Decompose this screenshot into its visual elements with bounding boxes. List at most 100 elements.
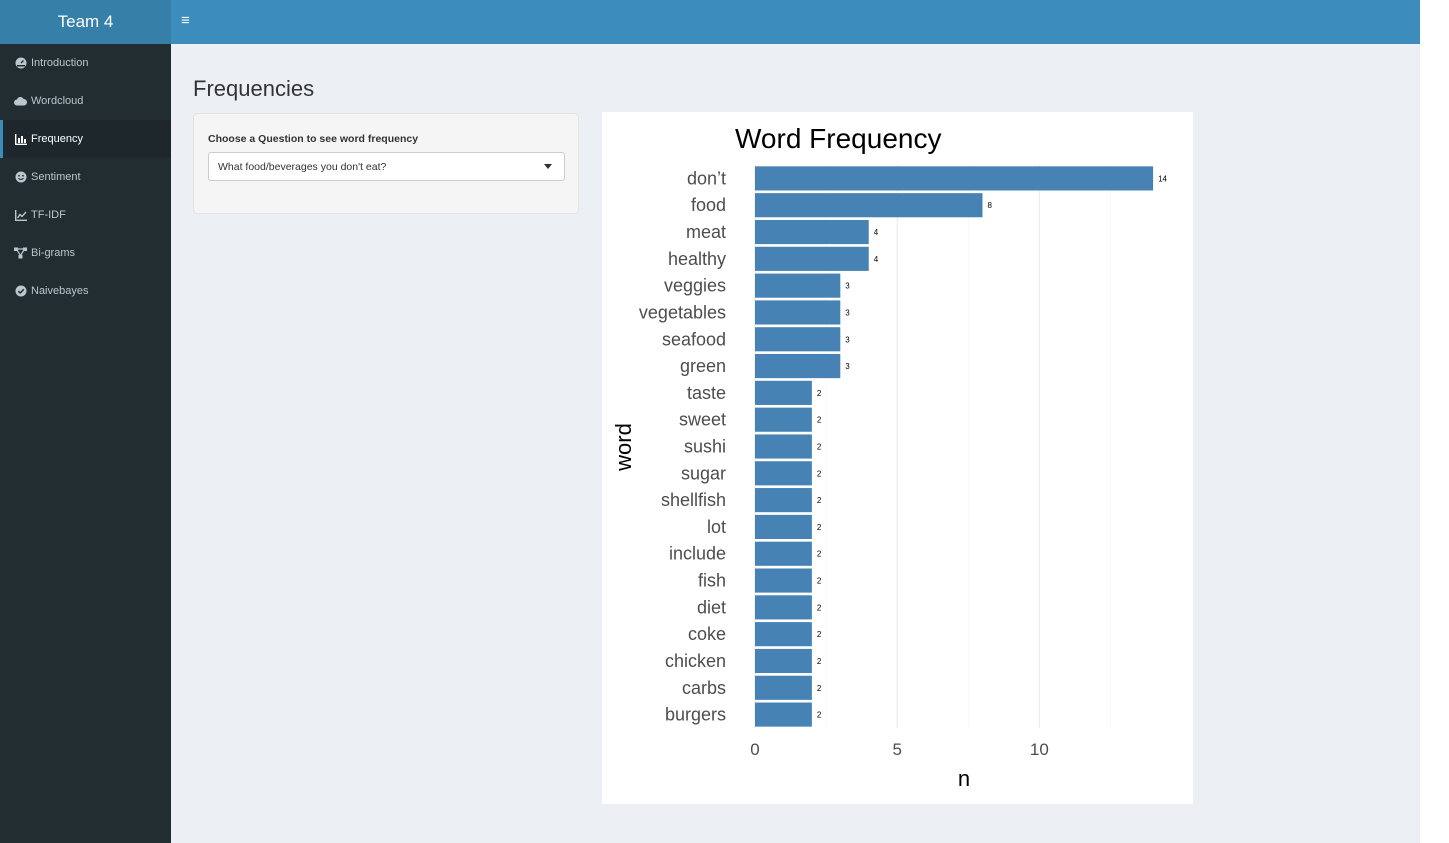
bar — [755, 648, 812, 674]
data-label: 4 — [874, 228, 879, 237]
y-tick-label: green — [680, 356, 726, 376]
data-label: 2 — [817, 550, 822, 559]
bar — [755, 568, 812, 593]
bar — [755, 514, 812, 539]
app-logo[interactable]: Team 4 — [0, 0, 171, 44]
question-select[interactable]: What food/beverages you don't eat? — [208, 152, 565, 181]
data-label: 3 — [845, 362, 850, 371]
bar — [755, 702, 812, 727]
page-title: Frequencies — [193, 76, 315, 101]
y-tick-label: burgers — [665, 705, 726, 725]
bar — [755, 246, 869, 271]
bar — [755, 461, 812, 486]
x-axis-title: n — [958, 766, 970, 791]
caret-down-icon — [544, 164, 552, 169]
data-label: 2 — [817, 630, 822, 639]
y-tick-label: lot — [707, 517, 726, 537]
bar — [755, 300, 841, 325]
y-tick-label: sweet — [679, 410, 726, 430]
data-label: 2 — [817, 577, 822, 586]
bar — [755, 354, 841, 379]
top-navbar: ≡ — [171, 0, 1420, 44]
bar — [755, 434, 812, 459]
hamburger-icon[interactable]: ≡ — [181, 12, 190, 30]
y-tick-label: meat — [686, 222, 726, 242]
y-tick-label: carbs — [682, 678, 726, 698]
data-label: 4 — [874, 255, 879, 264]
bar — [755, 273, 841, 298]
y-tick-label: include — [669, 544, 726, 564]
data-label: 14 — [1158, 174, 1167, 183]
page-scrollbar[interactable] — [1420, 0, 1449, 843]
question-label: Choose a Question to see word frequency — [208, 133, 419, 145]
data-label: 2 — [817, 469, 822, 478]
y-tick-label: seafood — [662, 329, 726, 349]
question-panel: Choose a Question to see word frequency … — [193, 113, 579, 214]
y-tick-label: coke — [688, 624, 726, 644]
question-select-value: What food/beverages you don't eat? — [218, 161, 387, 173]
bar — [755, 675, 812, 700]
sidebar-item-label: Bi-grams — [31, 247, 76, 259]
sidebar-item-label: Sentiment — [31, 171, 81, 183]
y-tick-label: don’t — [687, 168, 726, 188]
y-tick-label: veggies — [664, 276, 726, 296]
sidebar: Introduction Wordcloud Frequency Sentime… — [0, 44, 171, 843]
sidebar-item-bi-grams[interactable]: Bi-grams — [0, 234, 171, 272]
data-label: 2 — [817, 657, 822, 666]
sidebar-item-naivebayes[interactable]: Naivebayes — [0, 272, 171, 310]
bar — [755, 595, 812, 620]
y-tick-label: vegetables — [639, 302, 726, 322]
app-title: Team 4 — [57, 12, 114, 31]
data-label: 2 — [817, 603, 822, 612]
x-tick-label: 0 — [750, 740, 759, 759]
y-axis-title: word — [611, 423, 636, 472]
y-tick-label: taste — [687, 383, 726, 403]
y-tick-label: chicken — [665, 651, 726, 671]
sidebar-item-label: Introduction — [31, 57, 89, 69]
word-frequency-plot: don’t 14 food 8 meat 4 healthy 4 veggies 3 vegetab… — [602, 112, 1193, 804]
sidebar-item-wordcloud[interactable]: Wordcloud — [0, 82, 171, 120]
x-tick-label: 10 — [1030, 740, 1049, 759]
bar — [755, 193, 983, 218]
network-icon — [14, 247, 27, 260]
main-content: Frequencies Choose a Question to see wor… — [171, 44, 1420, 843]
sidebar-item-label: Naivebayes — [31, 285, 89, 297]
bar-chart-icon — [14, 133, 27, 146]
data-label: 3 — [845, 335, 850, 344]
data-label: 2 — [817, 496, 822, 505]
smile-icon — [14, 171, 27, 184]
bar — [755, 407, 812, 432]
sidebar-item-frequency[interactable]: Frequency — [0, 120, 171, 158]
cloud-icon — [14, 95, 27, 108]
data-label: 2 — [817, 389, 822, 398]
sidebar-item-sentiment[interactable]: Sentiment — [0, 158, 171, 196]
bar — [755, 622, 812, 647]
sidebar-item-label: TF-IDF — [31, 209, 66, 221]
sidebar-item-introduction[interactable]: Introduction — [0, 44, 171, 82]
x-tick-label: 5 — [892, 740, 901, 759]
word-frequency-chart: don’t 14 food 8 meat 4 healthy 4 veggies 3 vegetab… — [611, 123, 1168, 791]
app-window: Team 4 ≡ Introduction Wordcloud Frequenc… — [0, 0, 1420, 843]
bar — [755, 166, 1154, 191]
y-tick-label: diet — [697, 597, 726, 617]
bar — [755, 541, 812, 566]
bar — [755, 327, 841, 352]
check-circle-icon — [14, 285, 27, 298]
y-tick-label: shellfish — [661, 490, 726, 510]
data-label: 2 — [817, 684, 822, 693]
y-tick-label: sushi — [684, 437, 726, 457]
data-label: 3 — [845, 308, 850, 317]
sidebar-item-label: Wordcloud — [31, 95, 84, 107]
y-tick-label: food — [691, 195, 726, 215]
data-label: 3 — [845, 282, 850, 291]
sidebar-item-tf-idf[interactable]: TF-IDF — [0, 196, 171, 234]
data-label: 2 — [817, 523, 822, 532]
bar — [755, 380, 812, 405]
bar — [755, 219, 869, 245]
sidebar-item-label: Frequency — [31, 133, 83, 145]
dashboard-icon — [14, 57, 27, 70]
data-label: 8 — [987, 201, 992, 210]
data-label: 2 — [817, 711, 822, 720]
y-tick-label: healthy — [668, 249, 726, 269]
data-label: 2 — [817, 443, 822, 452]
